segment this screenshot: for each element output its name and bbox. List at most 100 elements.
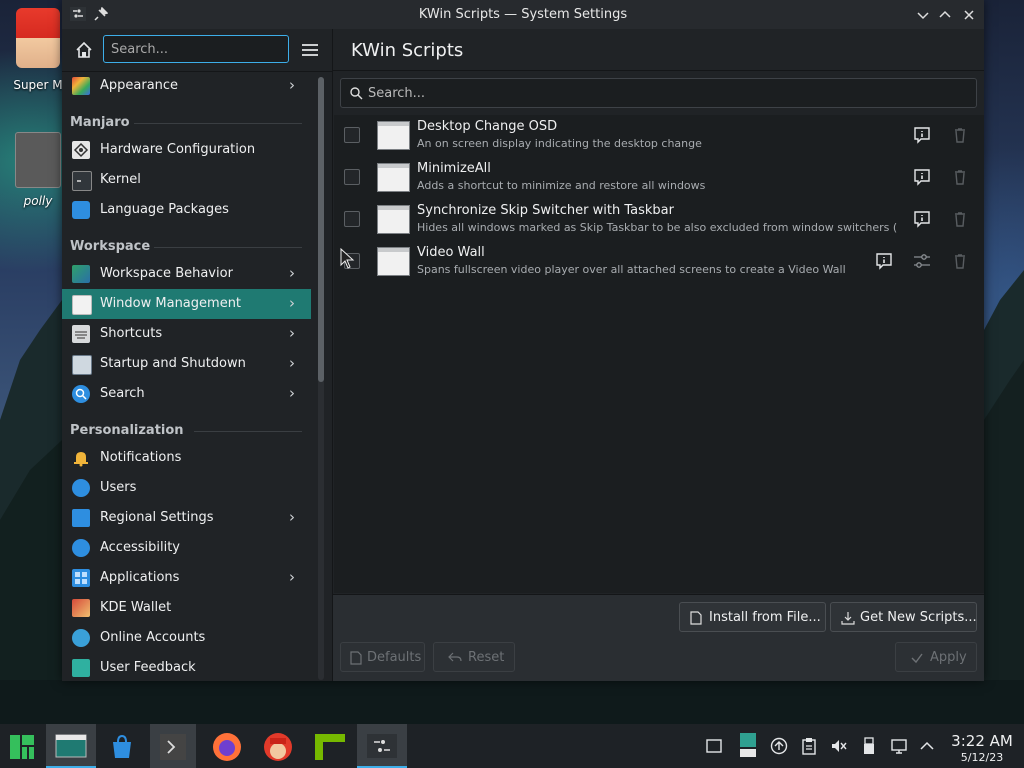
- sidebar-item-startup-and-shutdown[interactable]: Startup and Shutdown ›: [62, 349, 311, 379]
- defaults-button[interactable]: Defaults: [340, 642, 425, 672]
- taskbar-system-settings[interactable]: [46, 724, 96, 768]
- sidebar-scrollbar[interactable]: [318, 77, 324, 680]
- button-label: Get New Scripts...: [860, 610, 977, 625]
- sidebar-item-label: Users: [100, 480, 137, 495]
- sidebar-item-label: Workspace Behavior: [100, 266, 233, 281]
- sidebar-item-label: Accessibility: [100, 540, 180, 555]
- startup-icon: [72, 355, 92, 375]
- usb-icon[interactable]: [860, 737, 878, 755]
- delete-trash-icon[interactable]: [950, 167, 970, 187]
- sidebar-item-users[interactable]: Users: [62, 473, 311, 503]
- sidebar-item-online-accounts[interactable]: Online Accounts: [62, 623, 311, 653]
- about-info-icon[interactable]: [912, 125, 932, 145]
- application-launcher[interactable]: [0, 724, 46, 768]
- category-divider: [194, 431, 302, 432]
- sidebar-item-shortcuts[interactable]: Shortcuts ›: [62, 319, 311, 349]
- script-enable-checkbox[interactable]: [344, 127, 360, 143]
- updates-icon[interactable]: [770, 737, 788, 755]
- button-label: Defaults: [367, 650, 422, 665]
- desktop-icon-label: Super M: [13, 78, 63, 92]
- manjaro-menu-icon: [10, 735, 34, 759]
- sidebar-item-workspace-behavior[interactable]: Workspace Behavior ›: [62, 259, 311, 289]
- taskbar-firefox[interactable]: [204, 724, 250, 768]
- sidebar-header: Search...: [62, 29, 332, 72]
- script-row[interactable]: Synchronize Skip Switcher with Taskbar H…: [334, 199, 984, 241]
- delete-trash-icon[interactable]: [950, 209, 970, 229]
- display-icon[interactable]: [890, 737, 908, 755]
- hamburger-menu-icon[interactable]: [300, 40, 320, 60]
- chevron-right-icon: ›: [289, 76, 295, 94]
- regional-icon: [72, 509, 90, 527]
- sidebar-item-notifications[interactable]: Notifications: [62, 443, 311, 473]
- desktop-icon-mario[interactable]: Super M: [8, 8, 68, 92]
- sidebar-item-accessibility[interactable]: Accessibility: [62, 533, 311, 563]
- system-settings-window: KWin Scripts — System Settings Search...…: [62, 0, 984, 681]
- sidebar-item-user-feedback[interactable]: User Feedback: [62, 653, 311, 683]
- sidebar-search-input[interactable]: Search...: [103, 35, 289, 63]
- about-info-icon[interactable]: [874, 251, 894, 271]
- about-info-icon[interactable]: [912, 209, 932, 229]
- system-settings-icon: [55, 734, 87, 758]
- taskbar-nvidia[interactable]: [306, 724, 352, 768]
- sidebar-item-hardware-configuration[interactable]: Hardware Configuration: [62, 135, 311, 165]
- script-row[interactable]: Video Wall Spans fullscreen video player…: [334, 241, 984, 283]
- checkmark-icon: [911, 653, 923, 664]
- close-button[interactable]: [959, 5, 979, 25]
- expand-tray-icon[interactable]: [918, 737, 936, 755]
- script-enable-checkbox[interactable]: [344, 211, 360, 227]
- reset-button[interactable]: Reset: [433, 642, 515, 672]
- script-row[interactable]: Desktop Change OSD An on screen display …: [334, 115, 984, 157]
- sidebar-item-appearance[interactable]: Appearance ›: [62, 71, 311, 101]
- sidebar-item-language-packages[interactable]: Language Packages: [62, 195, 311, 225]
- desktop-icon-polly[interactable]: polly: [8, 132, 68, 208]
- script-enable-checkbox[interactable]: [344, 169, 360, 185]
- volume-muted-icon[interactable]: [830, 737, 848, 755]
- sidebar-item-window-management[interactable]: Window Management ›: [62, 289, 311, 319]
- show-desktop-icon[interactable]: [705, 737, 723, 755]
- delete-trash-icon[interactable]: [950, 125, 970, 145]
- maximize-button[interactable]: [935, 5, 955, 25]
- delete-trash-icon[interactable]: [950, 251, 970, 271]
- accessibility-icon: [72, 539, 90, 557]
- sidebar-item-kde-wallet[interactable]: KDE Wallet: [62, 593, 311, 623]
- about-info-icon[interactable]: [912, 167, 932, 187]
- button-label: Apply: [930, 650, 967, 665]
- kwin-scripts-panel: KWin Scripts Search... Desktop Change OS…: [333, 29, 984, 681]
- script-name: Desktop Change OSD: [417, 119, 558, 134]
- apply-button[interactable]: Apply: [895, 642, 977, 672]
- sidebar-item-search[interactable]: Search ›: [62, 379, 311, 409]
- chevron-right-icon: ›: [289, 354, 295, 372]
- konsole-icon: [160, 734, 186, 760]
- button-label: Install from File...: [709, 610, 821, 625]
- clock-date[interactable]: 5/12/23: [946, 751, 1018, 764]
- configure-sliders-icon[interactable]: [912, 251, 932, 271]
- document-icon: [350, 651, 362, 665]
- script-row[interactable]: MinimizeAll Adds a shortcut to minimize …: [334, 157, 984, 199]
- sidebar-item-label: Window Management: [100, 296, 242, 311]
- script-description: Spans fullscreen video player over all a…: [417, 263, 846, 276]
- clock-time[interactable]: 3:22 AM: [946, 732, 1018, 750]
- taskbar-terminal[interactable]: [357, 724, 407, 768]
- home-icon[interactable]: [71, 37, 97, 63]
- users-icon: [72, 479, 90, 497]
- button-bar: Install from File... Get New Scripts... …: [333, 595, 984, 681]
- clipboard-icon[interactable]: [800, 737, 818, 755]
- taskbar-discover[interactable]: [99, 724, 145, 768]
- scrollbar-thumb[interactable]: [318, 77, 324, 382]
- install-from-file-button[interactable]: Install from File...: [679, 602, 826, 632]
- minimize-button[interactable]: [913, 5, 933, 25]
- get-new-scripts-button[interactable]: Get New Scripts...: [830, 602, 977, 632]
- notes-icon[interactable]: [739, 732, 757, 758]
- sidebar-item-kernel[interactable]: Kernel: [62, 165, 311, 195]
- script-description: Hides all windows marked as Skip Taskbar…: [417, 221, 897, 234]
- sidebar-item-label: Online Accounts: [100, 630, 206, 645]
- scripts-search-input[interactable]: Search...: [340, 78, 977, 108]
- titlebar: KWin Scripts — System Settings: [62, 0, 984, 29]
- window-management-icon: [72, 295, 92, 315]
- sidebar-item-applications[interactable]: Applications ›: [62, 563, 311, 593]
- taskbar-konsole[interactable]: [150, 724, 196, 768]
- sidebar-item-regional-settings[interactable]: Regional Settings ›: [62, 503, 311, 533]
- sidebar-item-label: Applications: [100, 570, 180, 585]
- script-name: MinimizeAll: [417, 161, 491, 176]
- taskbar-mario[interactable]: [255, 724, 301, 768]
